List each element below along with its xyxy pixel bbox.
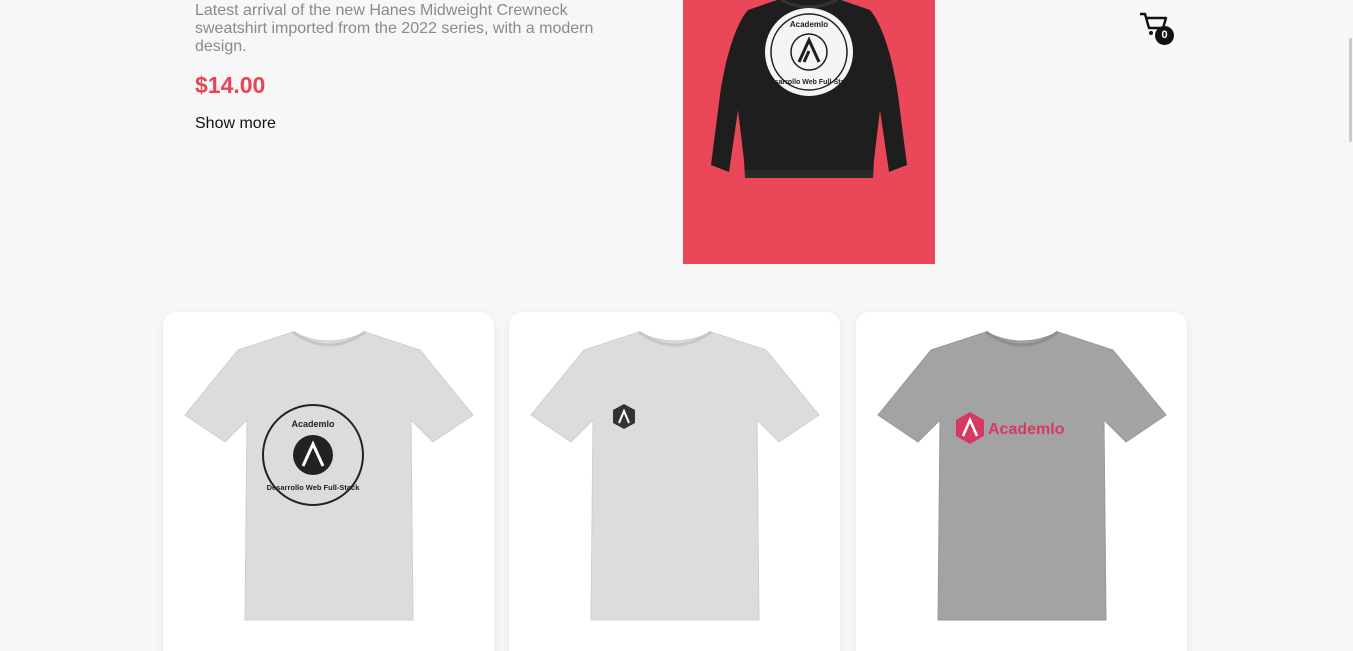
tshirt-image-circle-logo: Academlo Desarrollo Web Full-Stack: [184, 330, 474, 621]
product-card-1[interactable]: Academlo Desarrollo Web Full-Stack: [163, 312, 494, 651]
tshirt-print-top: Academlo: [291, 419, 335, 429]
tshirt-image-brand-logo: Academlo: [877, 330, 1167, 621]
product-card-3[interactable]: Academlo: [856, 312, 1187, 651]
product-card-2[interactable]: [509, 312, 840, 651]
product-description: Latest arrival of the new Hanes Midweigh…: [195, 2, 594, 55]
sweatshirt-image: Academlo Desarrollo Web Full-Stack: [711, 0, 907, 178]
sweatshirt-print-top: Academlo: [790, 20, 828, 29]
sweatshirt-print-bottom: Desarrollo Web Full-Stack: [766, 79, 853, 86]
cart-count-badge: 0: [1155, 26, 1174, 45]
tshirt-image-small-logo: [530, 330, 820, 621]
show-more-link[interactable]: Show more: [195, 115, 276, 133]
page-scrollbar[interactable]: [1348, 0, 1353, 651]
tshirt-brand-text: Academlo: [988, 421, 1065, 438]
scrollbar-thumb[interactable]: [1349, 38, 1352, 142]
product-price: $14.00: [195, 72, 266, 98]
tshirt-print-bottom: Desarrollo Web Full-Stack: [267, 483, 361, 492]
product-image-sweatshirt[interactable]: Academlo Desarrollo Web Full-Stack: [683, 0, 935, 264]
product-page: Latest arrival of the new Hanes Midweigh…: [0, 0, 1353, 651]
